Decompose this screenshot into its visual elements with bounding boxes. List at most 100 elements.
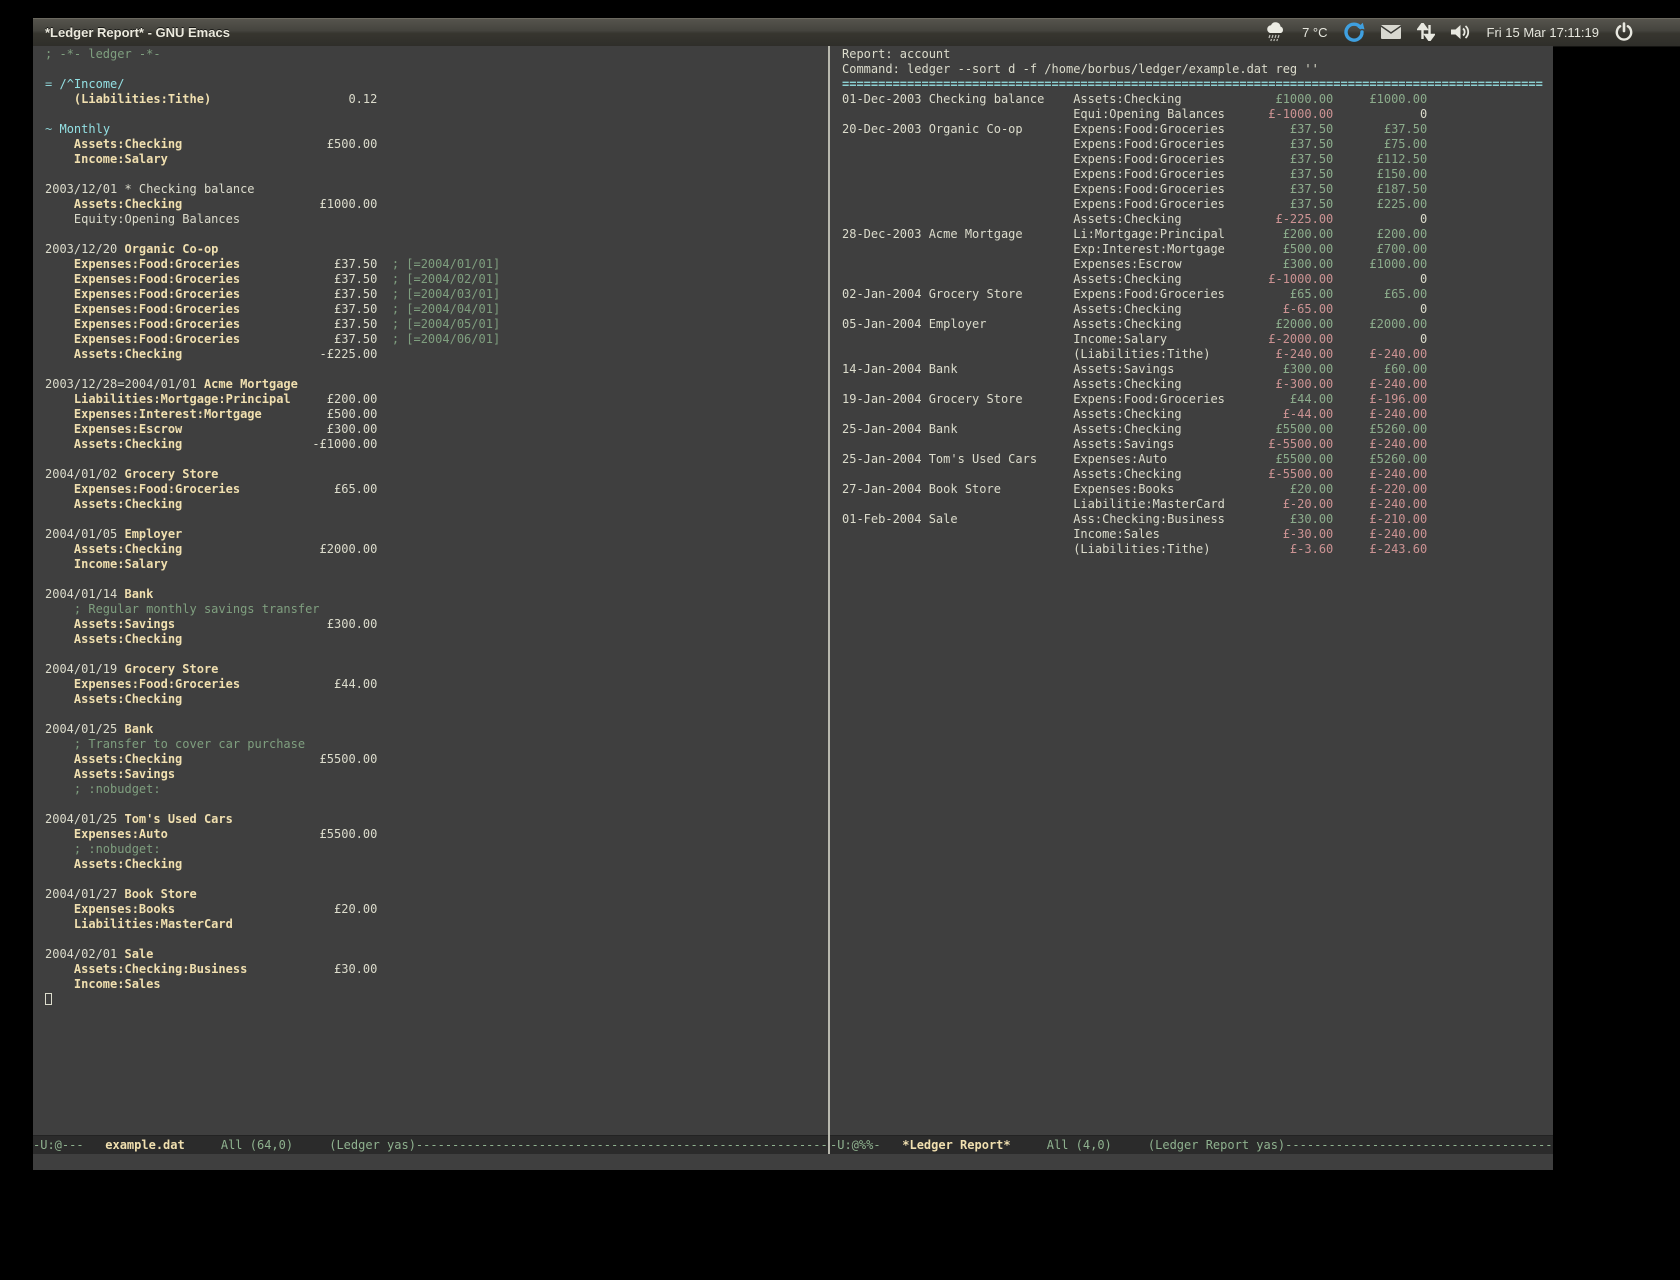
buffer-line[interactable]: 2004/01/27 Book Store <box>45 887 828 902</box>
buffer-line[interactable]: ; Transfer to cover car purchase <box>45 737 828 752</box>
buffer-line[interactable]: 2003/12/01 * Checking balance <box>45 182 828 197</box>
report-row[interactable]: Assets:Checking £-300.00 £-240.00 <box>842 377 1553 392</box>
report-row[interactable]: Assets:Checking £-5500.00 £-240.00 <box>842 467 1553 482</box>
echo-area[interactable] <box>33 1154 1553 1170</box>
report-row[interactable]: Assets:Checking £-225.00 0 <box>842 212 1553 227</box>
buffer-line[interactable]: Expenses:Food:Groceries £37.50 ; [=2004/… <box>45 287 828 302</box>
report-header-line[interactable]: Report: account <box>842 47 1553 62</box>
report-row[interactable]: 01-Feb-2004 Sale Ass:Checking:Business £… <box>842 512 1553 527</box>
buffer-line[interactable]: Expenses:Food:Groceries £37.50 ; [=2004/… <box>45 257 828 272</box>
report-row[interactable]: 01-Dec-2003 Checking balance Assets:Chec… <box>842 92 1553 107</box>
buffer-line[interactable]: 2003/12/20 Organic Co-op <box>45 242 828 257</box>
report-row[interactable]: Expens:Food:Groceries £37.50 £187.50 <box>842 182 1553 197</box>
buffer-line[interactable]: Expenses:Food:Groceries £65.00 <box>45 482 828 497</box>
buffer-line[interactable]: Liabilities:MasterCard <box>45 917 828 932</box>
report-row[interactable]: Exp:Interest:Mortgage £500.00 £700.00 <box>842 242 1553 257</box>
buffer-line[interactable]: Assets:Savings <box>45 767 828 782</box>
buffer-line[interactable]: Assets:Checking £1000.00 <box>45 197 828 212</box>
buffer-line[interactable] <box>45 872 828 887</box>
buffer-line[interactable]: Expenses:Escrow £300.00 <box>45 422 828 437</box>
buffer-line[interactable] <box>45 62 828 77</box>
buffer-line[interactable] <box>45 797 828 812</box>
buffer-line[interactable] <box>45 932 828 947</box>
buffer-line[interactable]: Expenses:Auto £5500.00 <box>45 827 828 842</box>
report-row[interactable]: (Liabilities:Tithe) £-3.60 £-243.60 <box>842 542 1553 557</box>
report-row[interactable]: 28-Dec-2003 Acme Mortgage Li:Mortgage:Pr… <box>842 227 1553 242</box>
buffer-line[interactable]: Income:Sales <box>45 977 828 992</box>
buffer-line[interactable]: ~ Monthly <box>45 122 828 137</box>
power-icon[interactable] <box>1614 22 1634 42</box>
buffer-line[interactable]: 2004/01/25 Tom's Used Cars <box>45 812 828 827</box>
refresh-icon[interactable] <box>1343 21 1365 43</box>
right-modeline[interactable]: -U:@%%- *Ledger Report* All (4,0) (Ledge… <box>830 1135 1553 1154</box>
buffer-line[interactable]: Expenses:Food:Groceries £37.50 ; [=2004/… <box>45 302 828 317</box>
report-row[interactable]: Assets:Savings £-5500.00 £-240.00 <box>842 437 1553 452</box>
buffer-line[interactable]: ; :nobudget: <box>45 782 828 797</box>
buffer-line[interactable]: Expenses:Food:Groceries £37.50 ; [=2004/… <box>45 317 828 332</box>
buffer-line[interactable] <box>45 167 828 182</box>
buffer-line[interactable] <box>45 512 828 527</box>
buffer-line[interactable]: Assets:Checking <box>45 857 828 872</box>
report-row[interactable]: (Liabilities:Tithe) £-240.00 £-240.00 <box>842 347 1553 362</box>
buffer-line[interactable]: Assets:Checking <box>45 632 828 647</box>
buffer-line[interactable]: 2004/01/19 Grocery Store <box>45 662 828 677</box>
buffer-line[interactable]: Income:Salary <box>45 557 828 572</box>
report-header-line[interactable]: Command: ledger --sort d -f /home/borbus… <box>842 62 1553 77</box>
buffer-line[interactable]: Assets:Checking -£1000.00 <box>45 437 828 452</box>
buffer-line[interactable]: Expenses:Books £20.00 <box>45 902 828 917</box>
buffer-line[interactable]: (Liabilities:Tithe) 0.12 <box>45 92 828 107</box>
report-row[interactable]: Liabilitie:MasterCard £-20.00 £-240.00 <box>842 497 1553 512</box>
buffer-line[interactable]: ; -*- ledger -*- <box>45 47 828 62</box>
buffer-line[interactable]: Equity:Opening Balances <box>45 212 828 227</box>
report-row[interactable]: Assets:Checking £-1000.00 0 <box>842 272 1553 287</box>
buffer-line[interactable]: Assets:Checking -£225.00 <box>45 347 828 362</box>
buffer-line[interactable]: Expenses:Food:Groceries £44.00 <box>45 677 828 692</box>
buffer-line[interactable]: 2003/12/28=2004/01/01 Acme Mortgage <box>45 377 828 392</box>
buffer-line[interactable] <box>45 572 828 587</box>
buffer-line[interactable]: Expenses:Interest:Mortgage £500.00 <box>45 407 828 422</box>
report-row[interactable]: Expens:Food:Groceries £37.50 £75.00 <box>842 137 1553 152</box>
buffer-line[interactable]: 2004/01/25 Bank <box>45 722 828 737</box>
left-modeline[interactable]: -U:@--- example.dat All (64,0) (Ledger y… <box>33 1135 828 1154</box>
buffer-line[interactable]: Assets:Checking £2000.00 <box>45 542 828 557</box>
report-row[interactable]: Expenses:Escrow £300.00 £1000.00 <box>842 257 1553 272</box>
report-row[interactable]: 25-Jan-2004 Tom's Used Cars Expenses:Aut… <box>842 452 1553 467</box>
weather-rain-icon[interactable] <box>1265 22 1287 42</box>
buffer-line[interactable]: 2004/01/14 Bank <box>45 587 828 602</box>
report-row[interactable]: Assets:Checking £-44.00 £-240.00 <box>842 407 1553 422</box>
buffer-line[interactable] <box>45 707 828 722</box>
network-updown-icon[interactable] <box>1417 23 1435 41</box>
volume-icon[interactable] <box>1450 23 1472 41</box>
buffer-line[interactable] <box>45 992 828 1007</box>
report-row[interactable]: Equi:Opening Balances £-1000.00 0 <box>842 107 1553 122</box>
buffer-line[interactable]: Assets:Checking <box>45 497 828 512</box>
report-row[interactable]: 20-Dec-2003 Organic Co-op Expens:Food:Gr… <box>842 122 1553 137</box>
report-row[interactable]: Assets:Checking £-65.00 0 <box>842 302 1553 317</box>
buffer-line[interactable]: Income:Salary <box>45 152 828 167</box>
report-row[interactable]: Expens:Food:Groceries £37.50 £112.50 <box>842 152 1553 167</box>
buffer-line[interactable] <box>45 107 828 122</box>
ledger-file-buffer[interactable]: ; -*- ledger -*- = /^Income/ (Liabilities… <box>33 46 828 1135</box>
buffer-line[interactable]: Assets:Checking £500.00 <box>45 137 828 152</box>
report-row[interactable]: 05-Jan-2004 Employer Assets:Checking £20… <box>842 317 1553 332</box>
buffer-line[interactable] <box>45 452 828 467</box>
report-row[interactable]: 27-Jan-2004 Book Store Expenses:Books £2… <box>842 482 1553 497</box>
report-ruler[interactable]: ========================================… <box>842 77 1553 92</box>
buffer-line[interactable]: 2004/01/05 Employer <box>45 527 828 542</box>
buffer-line[interactable]: Assets:Checking:Business £30.00 <box>45 962 828 977</box>
buffer-line[interactable]: Expenses:Food:Groceries £37.50 ; [=2004/… <box>45 332 828 347</box>
ledger-report-buffer[interactable]: Report: accountCommand: ledger --sort d … <box>830 46 1553 1135</box>
buffer-line[interactable]: Expenses:Food:Groceries £37.50 ; [=2004/… <box>45 272 828 287</box>
report-row[interactable]: Income:Sales £-30.00 £-240.00 <box>842 527 1553 542</box>
report-row[interactable]: Expens:Food:Groceries £37.50 £225.00 <box>842 197 1553 212</box>
mail-icon[interactable] <box>1380 24 1402 40</box>
buffer-line[interactable]: 2004/02/01 Sale <box>45 947 828 962</box>
buffer-line[interactable]: Assets:Checking £5500.00 <box>45 752 828 767</box>
report-row[interactable]: 14-Jan-2004 Bank Assets:Savings £300.00 … <box>842 362 1553 377</box>
buffer-line[interactable] <box>45 647 828 662</box>
report-row[interactable]: 02-Jan-2004 Grocery Store Expens:Food:Gr… <box>842 287 1553 302</box>
buffer-line[interactable] <box>45 227 828 242</box>
buffer-line[interactable]: = /^Income/ <box>45 77 828 92</box>
buffer-line[interactable]: 2004/01/02 Grocery Store <box>45 467 828 482</box>
report-row[interactable]: Income:Salary £-2000.00 0 <box>842 332 1553 347</box>
